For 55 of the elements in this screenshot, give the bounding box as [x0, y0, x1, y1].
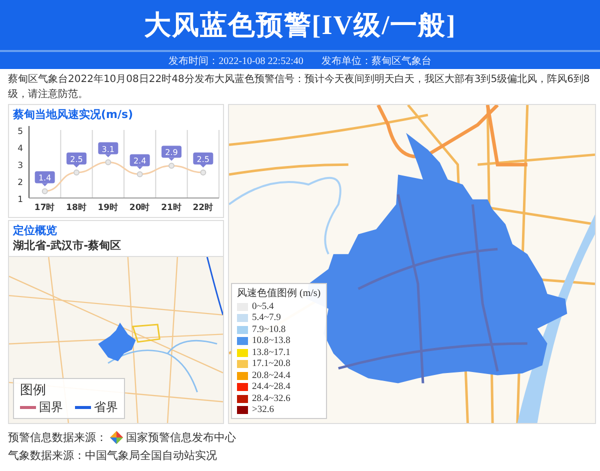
value-label: 1.4	[34, 171, 55, 186]
warning-title: 大风蓝色预警[IV级/一般]	[144, 9, 456, 42]
value-label: 2.9	[162, 146, 182, 161]
region-path: 湖北省-武汉市-蔡甸区	[12, 238, 122, 254]
legend-label: 28.4~32.6	[252, 394, 290, 404]
data-point	[200, 170, 206, 176]
legend-label: 10.8~13.8	[252, 336, 290, 346]
y-tick-label: 4	[18, 144, 23, 154]
data-point	[136, 171, 143, 178]
data-point	[74, 170, 80, 176]
publish-time: 发布时间：2022-10-08 22:52:40	[168, 54, 304, 68]
data-point	[42, 188, 48, 194]
legend-label: 17.1~20.8	[252, 359, 290, 370]
y-tick-label: 3	[18, 161, 23, 171]
legend-label: 0~5.4	[252, 302, 274, 312]
x-tick-label: 17时	[34, 203, 56, 213]
legend-label: 13.8~17.1	[252, 348, 290, 358]
data-label: 1.4	[38, 174, 52, 183]
y-tick-label: 5	[18, 127, 23, 137]
panel-title: 蔡甸当地风速实况(m/s)	[12, 107, 134, 122]
legend-label: 7.9~10.8	[252, 324, 286, 335]
diamond-logo-icon	[110, 430, 123, 444]
legend-label: 20.8~24.4	[252, 370, 290, 381]
data-label: 3.1	[102, 144, 115, 154]
x-tick-label: 20时	[129, 203, 150, 213]
x-tick-label: 22时	[192, 203, 214, 213]
legend-label: 5.4~7.9	[252, 313, 281, 324]
legend-label: 国界	[39, 399, 63, 416]
publisher: 发布单位：蔡甸区气象台	[321, 54, 432, 68]
value-label: 2.4	[130, 154, 150, 170]
value-label: 3.1	[98, 142, 118, 158]
warning-description: 蔡甸区气象台2022年10月08日22时48分发布大风蓝色预警信号：预计今天夜间到明天白天，我区大部有3到5级偏北风，阵风6到8级，请注意防范。	[8, 72, 591, 102]
legend-title: 风速色值图例	[237, 288, 297, 299]
legend-label: 24.4~28.4	[252, 382, 290, 392]
value-label: 2.5	[193, 152, 214, 168]
legend-label: >32.6	[252, 405, 274, 416]
value-label: 2.5	[66, 152, 86, 168]
x-tick-label: 18时	[66, 203, 87, 213]
data-label: 2.5	[70, 155, 83, 164]
data-point	[168, 162, 174, 169]
y-tick-label: 1	[18, 195, 23, 205]
panel-title: 定位概览	[12, 223, 58, 238]
source-label: 预警信息数据来源：	[8, 430, 107, 444]
legend-unit: (m/s)	[300, 288, 321, 299]
y-tick-label: 2	[18, 178, 23, 188]
data-point	[105, 159, 112, 166]
x-tick-label: 19时	[98, 203, 119, 213]
data-source: 气象数据来源：中国气象局全国自动站实况	[8, 448, 217, 462]
source-name: 国家预警信息发布中心	[126, 430, 236, 444]
data-label: 2.4	[133, 156, 146, 166]
x-tick-label: 21时	[161, 203, 182, 213]
legend-label: 省界	[94, 399, 118, 416]
legend-title: 图例	[20, 382, 47, 399]
data-label: 2.5	[196, 155, 210, 164]
data-label: 2.9	[165, 148, 178, 158]
